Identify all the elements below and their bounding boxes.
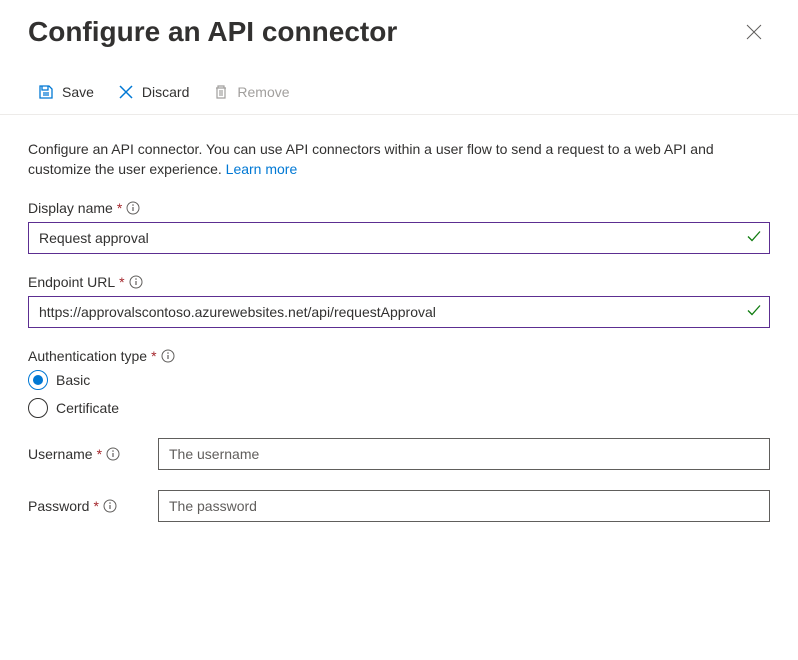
discard-icon [118, 84, 134, 100]
endpoint-url-input[interactable] [28, 296, 770, 328]
required-indicator: * [117, 200, 122, 216]
check-icon [746, 302, 762, 321]
required-indicator: * [97, 446, 102, 462]
info-icon[interactable] [103, 499, 117, 513]
info-icon[interactable] [106, 447, 120, 461]
password-input[interactable] [158, 490, 770, 522]
save-icon [38, 84, 54, 100]
display-name-label: Display name * [28, 200, 770, 216]
radio-label-certificate: Certificate [56, 400, 119, 416]
required-indicator: * [151, 348, 156, 364]
close-icon [746, 24, 762, 40]
remove-button: Remove [203, 80, 299, 104]
remove-label: Remove [237, 84, 289, 100]
save-button[interactable]: Save [28, 80, 104, 104]
toolbar: Save Discard Remove [0, 58, 798, 115]
required-indicator: * [93, 498, 98, 514]
auth-type-certificate-radio[interactable]: Certificate [28, 398, 770, 418]
username-label: Username * [28, 446, 146, 462]
required-indicator: * [119, 274, 124, 290]
info-icon[interactable] [129, 275, 143, 289]
radio-unselected-icon [28, 398, 48, 418]
learn-more-link[interactable]: Learn more [226, 161, 298, 177]
display-name-input[interactable] [28, 222, 770, 254]
info-icon[interactable] [161, 349, 175, 363]
radio-label-basic: Basic [56, 372, 90, 388]
discard-label: Discard [142, 84, 189, 100]
password-label: Password * [28, 498, 146, 514]
endpoint-url-label: Endpoint URL * [28, 274, 770, 290]
username-input[interactable] [158, 438, 770, 470]
trash-icon [213, 84, 229, 100]
page-title: Configure an API connector [28, 16, 397, 48]
check-icon [746, 228, 762, 247]
radio-selected-icon [28, 370, 48, 390]
discard-button[interactable]: Discard [108, 80, 199, 104]
save-label: Save [62, 84, 94, 100]
intro-text: Configure an API connector. You can use … [28, 139, 770, 180]
auth-type-basic-radio[interactable]: Basic [28, 370, 770, 390]
close-button[interactable] [738, 16, 770, 48]
info-icon[interactable] [126, 201, 140, 215]
auth-type-label: Authentication type * [28, 348, 770, 364]
